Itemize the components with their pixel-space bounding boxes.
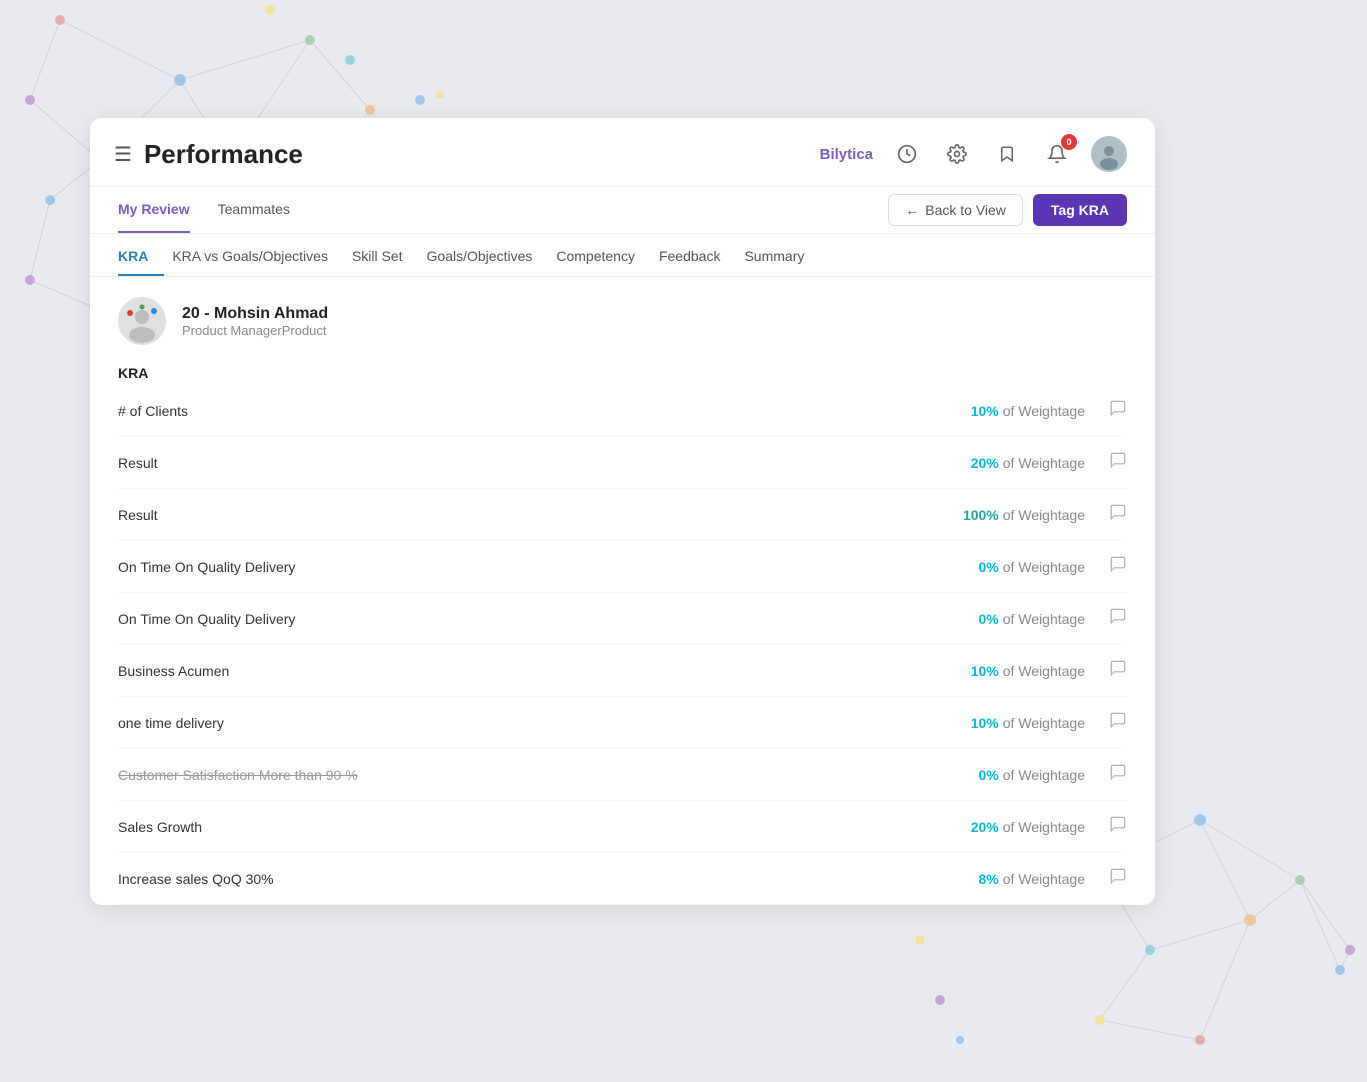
kra-weightage-label: of Weightage bbox=[1003, 819, 1085, 835]
kra-weightage: 0% of Weightage bbox=[905, 767, 1085, 783]
kra-weightage-label: of Weightage bbox=[1003, 715, 1085, 731]
comment-icon[interactable] bbox=[1109, 451, 1127, 474]
comment-icon[interactable] bbox=[1109, 815, 1127, 838]
history-icon[interactable] bbox=[891, 138, 923, 170]
kra-name: Increase sales QoQ 30% bbox=[118, 871, 905, 887]
kra-weightage: 10% of Weightage bbox=[905, 715, 1085, 731]
kra-weightage: 20% of Weightage bbox=[905, 819, 1085, 835]
avatar[interactable] bbox=[1091, 136, 1127, 172]
kra-name: Sales Growth bbox=[118, 819, 905, 835]
sub-nav-teammates[interactable]: Teammates bbox=[218, 187, 290, 233]
tab-skill-set[interactable]: Skill Set bbox=[352, 234, 419, 276]
comment-icon[interactable] bbox=[1109, 659, 1127, 682]
menu-icon[interactable]: ☰ bbox=[114, 142, 132, 167]
employee-role: Product ManagerProduct bbox=[182, 323, 328, 338]
table-row: On Time On Quality Delivery0% of Weighta… bbox=[118, 541, 1127, 593]
employee-details: 20 - Mohsin Ahmad Product ManagerProduct bbox=[182, 305, 328, 338]
table-row: Result100% of Weightage bbox=[118, 489, 1127, 541]
table-row: Business Acumen10% of Weightage bbox=[118, 645, 1127, 697]
kra-percentage: 0% bbox=[979, 767, 999, 783]
table-row: On Time On Quality Delivery0% of Weighta… bbox=[118, 593, 1127, 645]
comment-icon[interactable] bbox=[1109, 503, 1127, 526]
kra-weightage: 10% of Weightage bbox=[905, 403, 1085, 419]
notification-icon[interactable]: 0 bbox=[1041, 138, 1073, 170]
kra-percentage: 20% bbox=[971, 455, 999, 471]
table-row: # of Clients10% of Weightage bbox=[118, 385, 1127, 437]
tab-kra-vs-goals[interactable]: KRA vs Goals/Objectives bbox=[172, 234, 344, 276]
comment-icon[interactable] bbox=[1109, 867, 1127, 890]
header-right: Bilytica bbox=[820, 136, 1127, 172]
kra-percentage: 10% bbox=[971, 663, 999, 679]
table-row: Result20% of Weightage bbox=[118, 437, 1127, 489]
kra-percentage: 100% bbox=[963, 507, 999, 523]
table-row: Customer Satisfaction More than 90 %0% o… bbox=[118, 749, 1127, 801]
kra-percentage: 0% bbox=[979, 559, 999, 575]
kra-name: Result bbox=[118, 455, 905, 471]
kra-weightage-label: of Weightage bbox=[1003, 559, 1085, 575]
back-to-view-button[interactable]: ← Back to View bbox=[888, 194, 1023, 226]
employee-avatar bbox=[118, 297, 166, 345]
comment-icon[interactable] bbox=[1109, 555, 1127, 578]
employee-info: 20 - Mohsin Ahmad Product ManagerProduct bbox=[90, 277, 1155, 353]
kra-percentage: 0% bbox=[979, 611, 999, 627]
brand-label: Bilytica bbox=[820, 146, 873, 163]
sub-nav-actions: ← Back to View Tag KRA bbox=[888, 194, 1127, 226]
kra-weightage: 0% of Weightage bbox=[905, 611, 1085, 627]
kra-percentage: 10% bbox=[971, 715, 999, 731]
kra-weightage-label: of Weightage bbox=[1003, 767, 1085, 783]
kra-name: Business Acumen bbox=[118, 663, 905, 679]
kra-weightage: 100% of Weightage bbox=[905, 507, 1085, 523]
kra-weightage: 0% of Weightage bbox=[905, 559, 1085, 575]
tag-kra-button[interactable]: Tag KRA bbox=[1033, 194, 1127, 226]
kra-weightage-label: of Weightage bbox=[1003, 403, 1085, 419]
kra-weightage: 8% of Weightage bbox=[905, 871, 1085, 887]
kra-weightage-label: of Weightage bbox=[1003, 611, 1085, 627]
comment-icon[interactable] bbox=[1109, 711, 1127, 734]
tab-goals-objectives[interactable]: Goals/Objectives bbox=[427, 234, 549, 276]
kra-weightage-label: of Weightage bbox=[1003, 663, 1085, 679]
tab-competency[interactable]: Competency bbox=[556, 234, 651, 276]
back-arrow-icon: ← bbox=[905, 202, 919, 218]
kra-name: On Time On Quality Delivery bbox=[118, 559, 905, 575]
kra-weightage: 20% of Weightage bbox=[905, 455, 1085, 471]
kra-name: one time delivery bbox=[118, 715, 905, 731]
tabs-bar: KRA KRA vs Goals/Objectives Skill Set Go… bbox=[90, 234, 1155, 277]
header: ☰ Performance Bilytica bbox=[90, 118, 1155, 187]
kra-rows-container: # of Clients10% of WeightageResult20% of… bbox=[118, 385, 1127, 905]
tab-feedback[interactable]: Feedback bbox=[659, 234, 736, 276]
kra-heading: KRA bbox=[118, 365, 1127, 381]
kra-weightage-label: of Weightage bbox=[1003, 455, 1085, 471]
employee-name: 20 - Mohsin Ahmad bbox=[182, 305, 328, 323]
comment-icon[interactable] bbox=[1109, 399, 1127, 422]
sub-nav: My Review Teammates ← Back to View Tag K… bbox=[90, 187, 1155, 234]
kra-weightage: 10% of Weightage bbox=[905, 663, 1085, 679]
kra-weightage-label: of Weightage bbox=[1003, 507, 1085, 523]
kra-percentage: 20% bbox=[971, 819, 999, 835]
kra-weightage-label: of Weightage bbox=[1003, 871, 1085, 887]
tab-kra[interactable]: KRA bbox=[118, 234, 164, 276]
comment-icon[interactable] bbox=[1109, 763, 1127, 786]
kra-section: KRA # of Clients10% of WeightageResult20… bbox=[90, 365, 1155, 905]
table-row: Increase sales QoQ 30%8% of Weightage bbox=[118, 853, 1127, 905]
kra-name: On Time On Quality Delivery bbox=[118, 611, 905, 627]
table-row: one time delivery10% of Weightage bbox=[118, 697, 1127, 749]
table-row: Sales Growth20% of Weightage bbox=[118, 801, 1127, 853]
notification-badge: 0 bbox=[1061, 134, 1077, 150]
comment-icon[interactable] bbox=[1109, 607, 1127, 630]
kra-name: Customer Satisfaction More than 90 % bbox=[118, 767, 905, 783]
tab-summary[interactable]: Summary bbox=[744, 234, 820, 276]
back-to-view-label: Back to View bbox=[925, 202, 1006, 218]
kra-percentage: 10% bbox=[971, 403, 999, 419]
settings-icon[interactable] bbox=[941, 138, 973, 170]
kra-name: Result bbox=[118, 507, 905, 523]
sub-nav-my-review[interactable]: My Review bbox=[118, 187, 190, 233]
main-card: ☰ Performance Bilytica bbox=[90, 118, 1155, 905]
page-title: Performance bbox=[144, 139, 820, 170]
kra-percentage: 8% bbox=[979, 871, 999, 887]
kra-name: # of Clients bbox=[118, 403, 905, 419]
bookmark-icon[interactable] bbox=[991, 138, 1023, 170]
